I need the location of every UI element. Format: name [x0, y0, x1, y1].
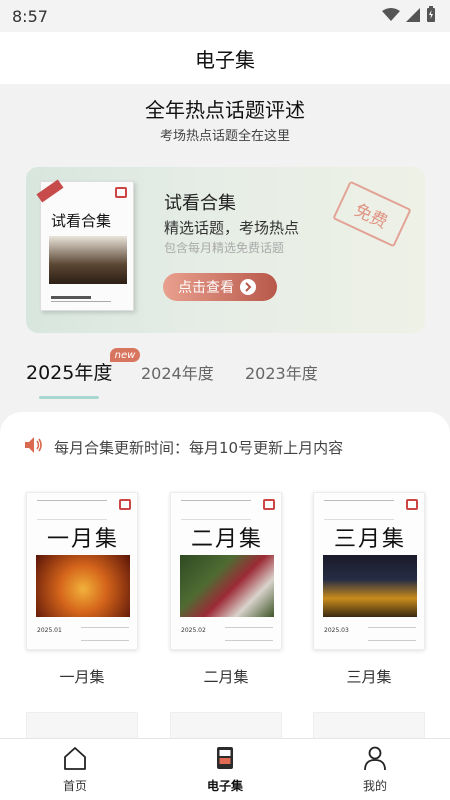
cover-header-lines: [37, 500, 107, 520]
nav-ebook-label: 电子集: [206, 779, 243, 793]
nav-ebook[interactable]: 电子集: [185, 745, 265, 794]
user-icon: [362, 746, 388, 775]
app-header: 电子集: [0, 32, 450, 84]
trial-book-cover: 试看合集: [36, 179, 134, 311]
view-button-label: 点击查看: [178, 280, 234, 296]
cover-image: [180, 555, 274, 617]
status-bar: 8:57: [0, 0, 450, 32]
chevron-right-icon: [240, 279, 256, 295]
home-icon: [62, 747, 88, 775]
tab-2023[interactable]: 2023年度: [245, 360, 318, 384]
nav-profile-label: 我的: [362, 779, 387, 793]
wifi-icon: [382, 7, 400, 26]
cover-footer-lines: [368, 627, 416, 641]
promo-tagline: 精选话题，考场热点: [164, 219, 300, 237]
cover-header-lines: [324, 500, 394, 520]
book-cover-footer: [51, 294, 121, 306]
collection-item-january[interactable]: 一月集 2025.01 一月集: [26, 492, 138, 687]
collections-panel: 每月合集更新时间：每月10号更新上月内容 一月集 2025.01 一月集 二月集…: [0, 412, 450, 738]
cover-title: 二月集: [190, 527, 263, 552]
collection-item-february[interactable]: 二月集 2025.02 二月集: [170, 492, 282, 687]
notice-text: 每月合集更新时间：每月10号更新上月内容: [54, 438, 344, 457]
promo-title: 试看合集: [164, 193, 236, 214]
collection-label: 一月集: [59, 668, 105, 686]
status-time: 8:57: [12, 6, 48, 26]
trial-collection-card[interactable]: 试看合集 试看合集 精选话题，考场热点 包含每月精选免费话题 点击查看 免费: [26, 167, 425, 333]
cover-image: [36, 555, 130, 617]
hero-subheading: 考场热点话题全在这里: [159, 129, 290, 144]
battery-icon: [426, 6, 436, 26]
ebook-icon: [212, 747, 238, 775]
collection-label: 三月集: [346, 668, 392, 686]
book-cover-image: [49, 236, 127, 284]
cover-image: [323, 555, 417, 617]
cover-header-lines: [181, 500, 251, 520]
page-title: 电子集: [195, 47, 255, 72]
active-tab-indicator: [39, 396, 99, 399]
collection-item-placeholder[interactable]: [313, 712, 425, 738]
status-icons: [382, 6, 436, 26]
cover-title: 一月集: [46, 527, 119, 552]
collection-item-placeholder[interactable]: [26, 712, 138, 738]
cover-footer-lines: [225, 627, 273, 641]
hero-heading: 全年热点话题评述: [145, 98, 305, 122]
nav-profile[interactable]: 我的: [335, 745, 415, 794]
cover-ribbon: [36, 179, 64, 203]
view-button[interactable]: 点击查看: [163, 273, 277, 301]
brand-logo-icon: [115, 187, 127, 198]
brand-logo-icon: [263, 499, 275, 510]
collection-cover: 二月集 2025.02: [170, 492, 282, 650]
free-stamp: 免费: [332, 180, 412, 248]
collection-label: 二月集: [203, 668, 249, 686]
cover-date: 2025.01: [37, 627, 62, 634]
cover-date: 2025.03: [324, 627, 349, 634]
collection-item-march[interactable]: 三月集 2025.03 三月集: [313, 492, 425, 687]
update-notice: 每月合集更新时间：每月10号更新上月内容: [24, 436, 343, 458]
nav-home[interactable]: 首页: [35, 745, 115, 794]
brand-logo-icon: [406, 499, 418, 510]
tab-2025[interactable]: 2025年度: [26, 358, 112, 385]
bottom-nav: 首页 电子集 我的: [0, 738, 450, 800]
cover-title: 三月集: [333, 527, 406, 552]
nav-home-label: 首页: [62, 779, 87, 793]
collection-item-placeholder[interactable]: [170, 712, 282, 738]
speaker-icon: [24, 436, 44, 458]
cover-footer-lines: [81, 627, 129, 641]
cover-date: 2025.02: [181, 627, 206, 634]
new-badge: new: [110, 348, 140, 362]
tab-2024[interactable]: 2024年度: [141, 360, 214, 384]
collection-cover: 三月集 2025.03: [313, 492, 425, 650]
collection-cover: 一月集 2025.01: [26, 492, 138, 650]
promo-description: 包含每月精选免费话题: [164, 241, 285, 255]
signal-icon: [406, 7, 420, 26]
book-cover-title: 试看合集: [51, 212, 112, 230]
year-tabs: 2025年度 new 2024年度 2023年度: [26, 348, 426, 402]
brand-logo-icon: [119, 499, 131, 510]
